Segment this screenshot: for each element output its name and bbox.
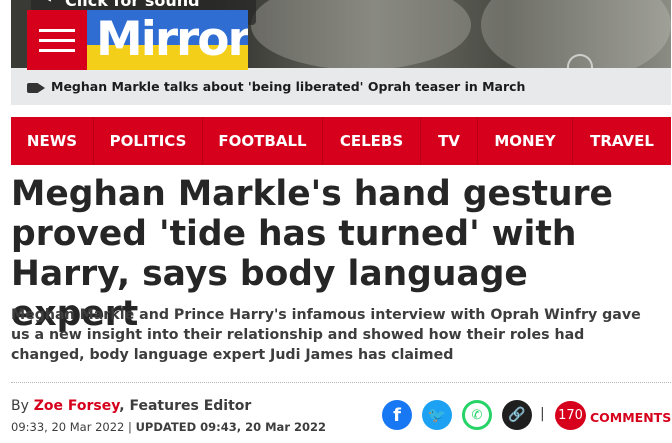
video-background-shape — [251, 0, 471, 68]
nav-item-travel[interactable]: TRAVEL — [573, 117, 671, 165]
hamburger-menu-button[interactable] — [27, 10, 87, 70]
author-role: , Features Editor — [119, 398, 252, 414]
divider — [11, 382, 671, 383]
twitter-icon[interactable]: 🐦 — [422, 400, 452, 430]
sound-prompt-label: Click for sound — [65, 0, 200, 10]
updated-time: UPDATED 09:43, 20 Mar 2022 — [135, 420, 327, 434]
nav-item-money[interactable]: MONEY — [478, 117, 573, 165]
date-separator: | — [128, 420, 132, 434]
article-standfirst: Meghan Markle and Prince Harry's infamou… — [11, 307, 641, 363]
video-camera-icon — [27, 83, 45, 93]
menu-line — [39, 38, 75, 42]
article-dates: 09:33, 20 Mar 2022 | UPDATED 09:43, 20 M… — [11, 420, 326, 434]
mirror-logo[interactable]: Mirror — [87, 10, 248, 70]
nav-item-celebs[interactable]: CELEBS — [323, 117, 421, 165]
video-caption-bar[interactable]: Meghan Markle talks about 'being liberat… — [11, 68, 671, 105]
nav-item-politics[interactable]: POLITICS — [94, 117, 203, 165]
whatsapp-icon[interactable]: ✆ — [462, 400, 492, 430]
nav-item-tv[interactable]: TV — [421, 117, 478, 165]
share-separator: | — [540, 406, 545, 422]
nav-item-news[interactable]: NEWS — [11, 117, 94, 165]
byline: By Zoe Forsey, Features Editor — [11, 398, 251, 414]
video-caption[interactable]: Meghan Markle talks about 'being liberat… — [51, 79, 525, 94]
main-nav: NEWS POLITICS FOOTBALL CELEBS TV MONEY T… — [11, 117, 671, 165]
comments-link[interactable]: COMMENTS — [590, 410, 671, 425]
published-time: 09:33, 20 Mar 2022 — [11, 420, 125, 434]
author-link[interactable]: Zoe Forsey — [34, 398, 120, 414]
link-icon[interactable]: 🔗 — [502, 400, 532, 430]
menu-line — [39, 28, 75, 32]
nav-item-football[interactable]: FOOTBALL — [203, 117, 323, 165]
byline-prefix: By — [11, 398, 29, 414]
facebook-icon[interactable]: f — [382, 400, 412, 430]
menu-line — [39, 48, 75, 52]
speaker-icon: ◀ — [41, 0, 51, 4]
comment-count-badge[interactable]: 170 — [555, 401, 586, 430]
